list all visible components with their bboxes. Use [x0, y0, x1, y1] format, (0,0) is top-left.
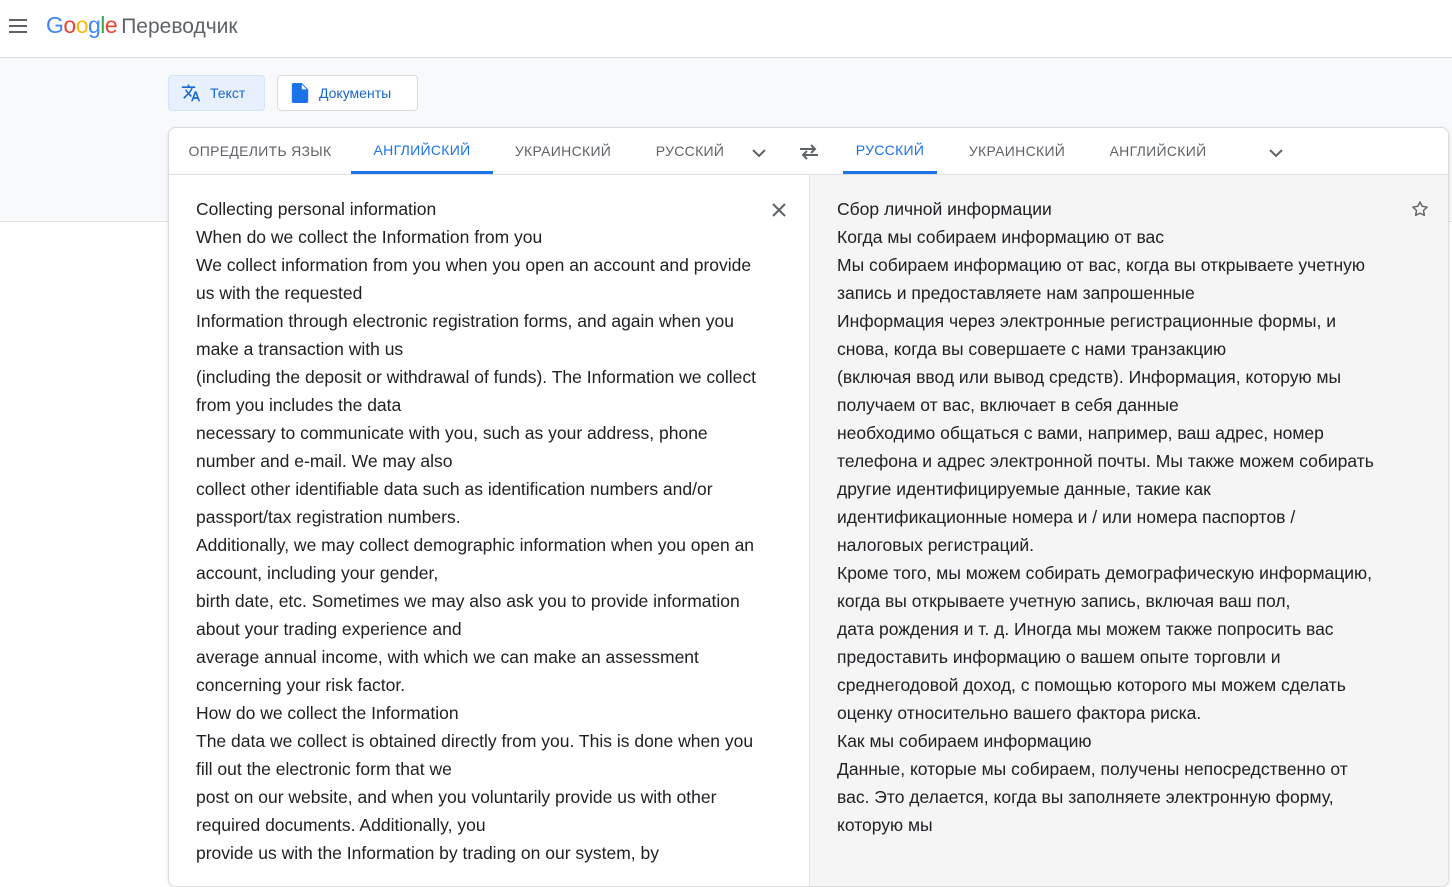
logo-letter: o [63, 12, 76, 38]
translated-text: Сбор личной информации Когда мы собираем… [837, 199, 1374, 835]
source-pane[interactable]: Collecting personal information When do … [169, 175, 809, 886]
logo-letter: G [46, 12, 64, 38]
document-icon [290, 83, 310, 103]
tab-target-russian[interactable]: РУССКИЙ [843, 128, 937, 174]
tab-source-russian[interactable]: РУССКИЙ [635, 128, 745, 174]
source-text[interactable]: Collecting personal information When do … [196, 195, 771, 867]
documents-mode-label: Документы [319, 85, 392, 101]
app-logo[interactable]: Google Переводчик [46, 12, 238, 39]
menu-icon[interactable] [6, 14, 30, 38]
tab-source-ukrainian[interactable]: УКРАИНСКИЙ [497, 128, 629, 174]
close-icon[interactable] [765, 196, 793, 224]
chevron-down-icon[interactable] [1262, 139, 1290, 167]
star-icon[interactable] [1406, 195, 1434, 223]
target-pane: Сбор личной информации Когда мы собираем… [809, 175, 1448, 886]
logo-letter: g [87, 12, 101, 38]
text-mode-button[interactable]: Текст [168, 75, 265, 111]
documents-mode-button[interactable]: Документы [277, 75, 418, 111]
chevron-down-icon[interactable] [745, 139, 773, 167]
logo-letter: e [104, 12, 118, 38]
tab-target-english[interactable]: АНГЛИЙСКИЙ [1097, 128, 1219, 174]
tab-source-english[interactable]: АНГЛИЙСКИЙ [351, 128, 493, 174]
translate-icon [181, 83, 201, 103]
language-bar: ОПРЕДЕЛИТЬ ЯЗЫК АНГЛИЙСКИЙ УКРАИНСКИЙ РУ… [169, 128, 1448, 175]
translation-card: ОПРЕДЕЛИТЬ ЯЗЫК АНГЛИЙСКИЙ УКРАИНСКИЙ РУ… [168, 127, 1449, 887]
product-name: Переводчик [121, 15, 238, 38]
swap-icon[interactable] [793, 137, 825, 167]
text-mode-label: Текст [210, 85, 246, 101]
logo-letter: o [75, 12, 89, 38]
tab-target-ukrainian[interactable]: УКРАИНСКИЙ [957, 128, 1077, 174]
tab-detect-language[interactable]: ОПРЕДЕЛИТЬ ЯЗЫК [173, 128, 347, 174]
app-header: Google Переводчик [0, 0, 1452, 58]
